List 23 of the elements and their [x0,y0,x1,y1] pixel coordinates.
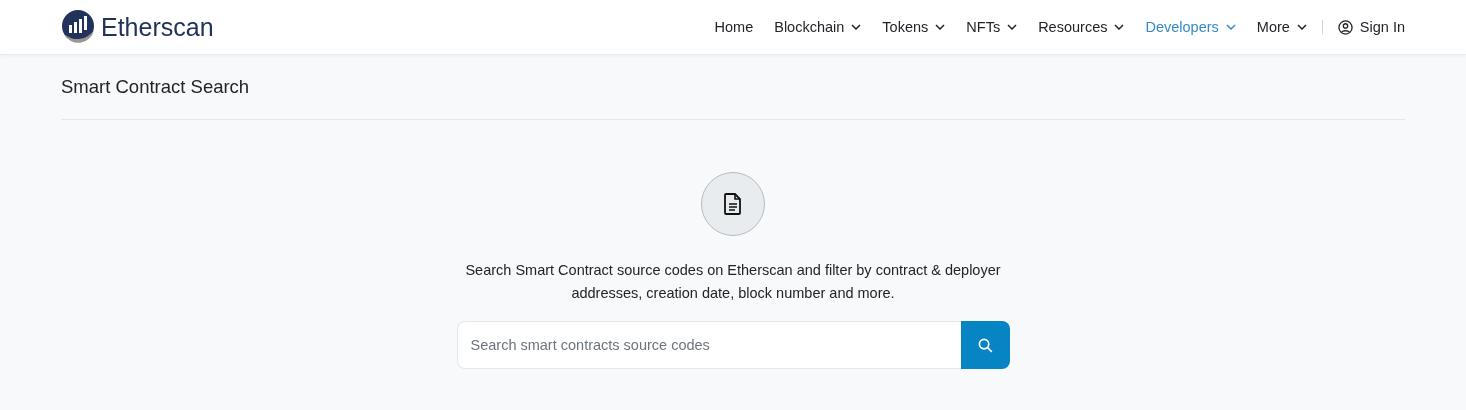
logo-icon [61,10,97,44]
nav-link[interactable]: Resources [1038,19,1125,35]
search-field[interactable]: Search smart contracts source codes [456,321,961,369]
etherscan-logo[interactable]: Etherscan [61,10,214,44]
brand-name: Etherscan [101,12,214,42]
page-title: Smart Contract Search [61,75,251,99]
nav-link[interactable]: Blockchain [774,19,862,35]
chevron-down-icon [1007,24,1018,30]
nav-link[interactable]: More [1256,19,1307,35]
nav-link[interactable]: Home [714,19,754,35]
nav-link[interactable]: NFTs [966,19,1018,35]
description-text: Search Smart Contract source codes on Etherscan and filter by contract & deployer addresses, creation date, block number and more. [464,261,1002,303]
chevron-down-icon [935,24,946,30]
search-icon [977,337,993,353]
chevron-down-icon [1114,24,1125,30]
chevron-down-icon [1296,24,1307,30]
chevron-down-icon [1225,24,1236,30]
sign-in-link[interactable]: Sign In [1337,19,1405,35]
user-circle-icon [1337,19,1353,35]
nav-link[interactable]: Developers [1145,19,1236,35]
search-button[interactable] [960,321,1010,369]
chevron-down-icon [851,24,862,30]
nav-link[interactable]: Tokens [882,19,946,35]
